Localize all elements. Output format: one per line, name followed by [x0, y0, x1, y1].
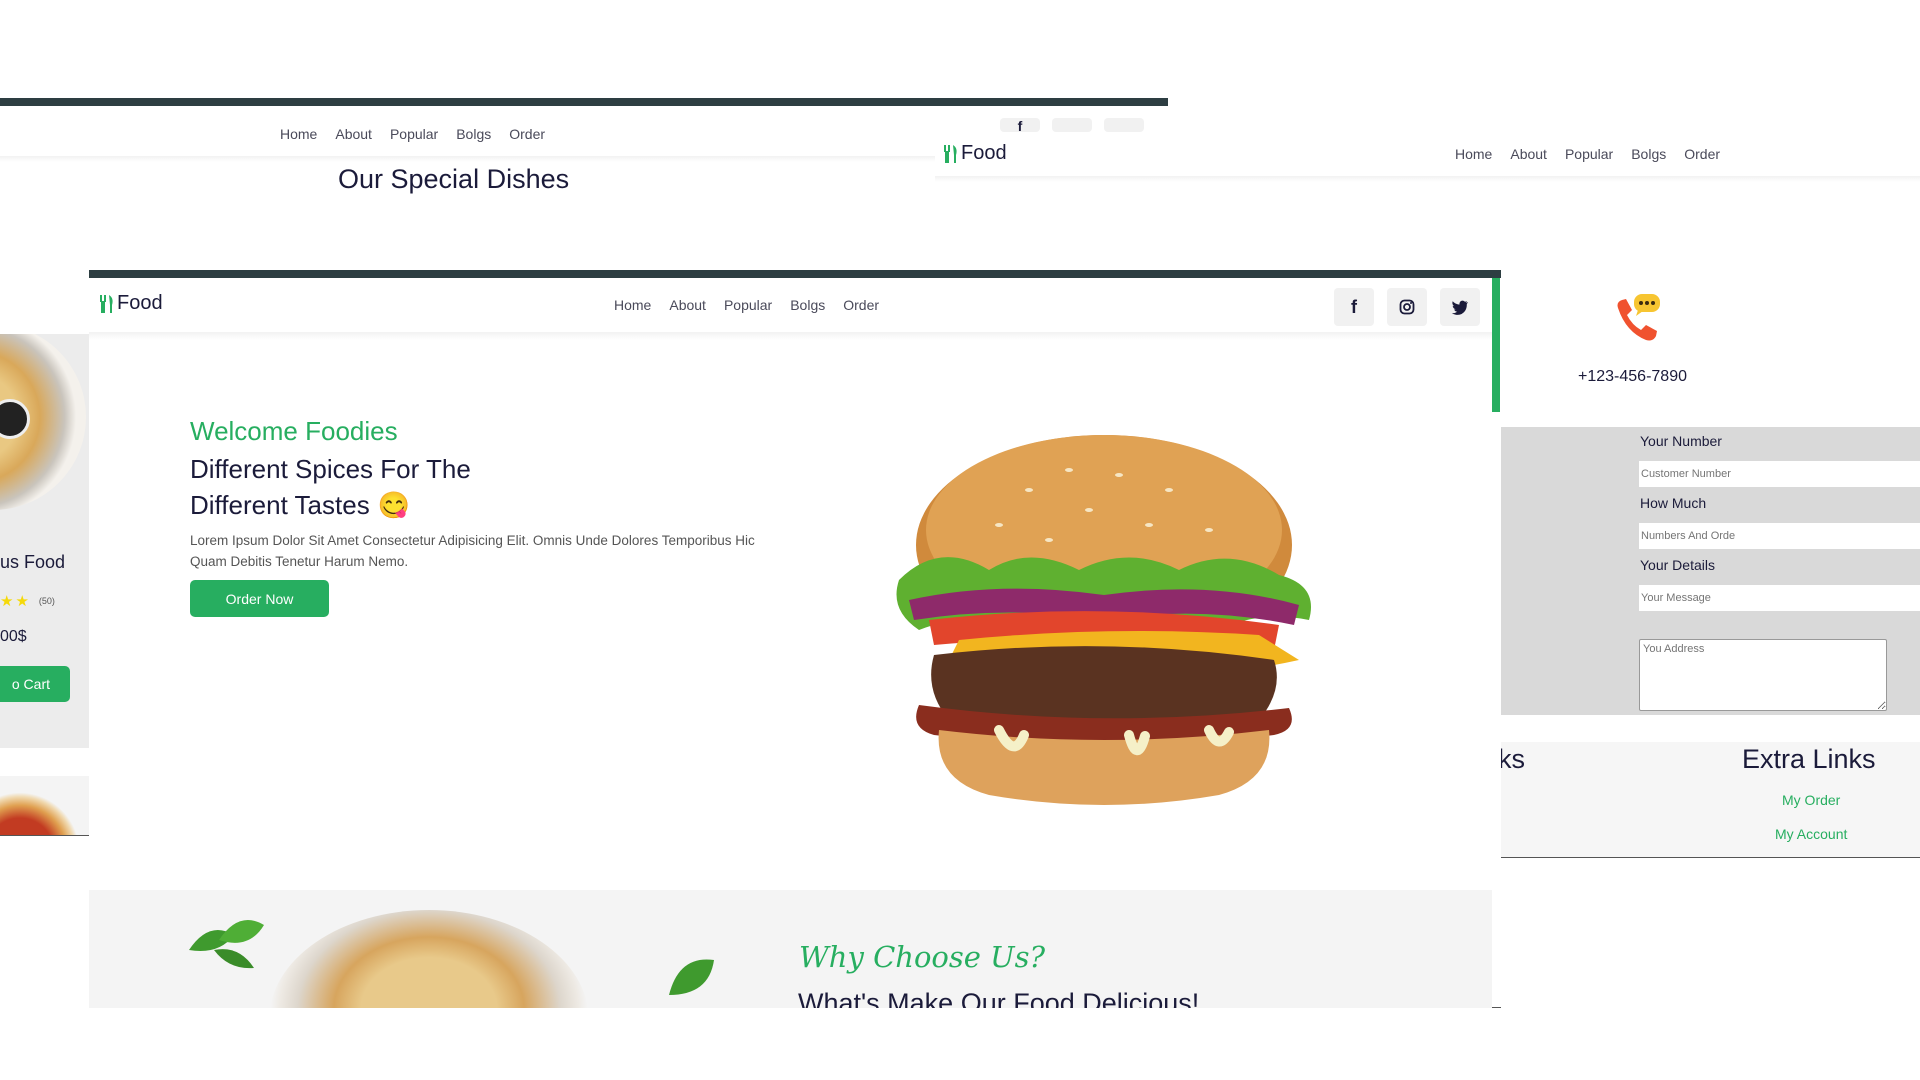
dish-rating: ★ ★ (50) [0, 592, 55, 610]
my-order-link[interactable]: My Order [1782, 792, 1840, 808]
order-now-button[interactable]: Order Now [190, 580, 329, 617]
why-choose-section: Why Choose Us? What's Make Our Food Deli… [89, 890, 1492, 1008]
instagram-icon[interactable] [1052, 118, 1092, 132]
add-to-cart-button[interactable]: o Cart [0, 666, 70, 702]
window-main: Food Home About Popular Bolgs Order f We… [89, 270, 1501, 1008]
nav-order[interactable]: Order [1684, 146, 1720, 162]
twitter-icon[interactable] [1104, 118, 1144, 132]
links-title-partial: ks [1498, 744, 1525, 774]
welcome-text: Welcome Foodies [190, 416, 398, 446]
nav-shadow [89, 332, 1492, 340]
nav-popular[interactable]: Popular [724, 297, 772, 313]
window-top-bar [89, 270, 1501, 278]
footer: ks Extra Links My Order My Account [1498, 742, 1920, 858]
nav-order[interactable]: Order [843, 297, 879, 313]
facebook-icon[interactable]: f [1000, 118, 1040, 132]
nav-about[interactable]: About [669, 297, 706, 313]
window-top-bar [0, 98, 1168, 106]
phone-chat-icon [1608, 288, 1668, 348]
extra-links-title: Extra Links [1742, 744, 1876, 774]
dumplings-plate-image [269, 910, 589, 1008]
number-label: Your Number [1640, 433, 1722, 449]
message-input[interactable] [1639, 585, 1920, 611]
nav-shadow [935, 176, 1920, 182]
fork-knife-icon [944, 144, 957, 163]
social-links: f [1334, 288, 1480, 326]
fork-knife-icon [100, 294, 113, 313]
nav-shadow [0, 156, 940, 162]
why-subtitle: Why Choose Us? [799, 940, 1046, 974]
basil-leaf-left [189, 920, 264, 969]
why-heading: What's Make Our Food Delicious! [798, 988, 1200, 1008]
star-icon: ★ [15, 593, 29, 610]
how-much-input[interactable] [1639, 523, 1920, 549]
brand-logo[interactable]: Food [99, 292, 163, 315]
brand-name: Food [117, 292, 163, 314]
brand-name: Food [961, 142, 1007, 164]
burger-image [896, 435, 1311, 805]
contact-phone: +123-456-7890 [1578, 368, 1687, 385]
hero-description: Lorem Ipsum Dolor Sit Amet Consectetur A… [190, 533, 755, 569]
details-label: Your Details [1640, 557, 1715, 573]
nav-blogs[interactable]: Bolgs [456, 126, 491, 142]
nav-popular[interactable]: Popular [1565, 146, 1613, 162]
nav-home[interactable]: Home [280, 126, 317, 142]
order-form: Your Number How Much Your Details [1498, 427, 1920, 715]
hero-heading-line1: Different Spices For The [190, 454, 471, 484]
smiling-face-emoji: 😋 [377, 490, 411, 520]
pizza-image [0, 792, 80, 835]
top-left-nav: Home About Popular Bolgs Order [280, 126, 545, 142]
address-textarea[interactable] [1639, 639, 1887, 711]
my-account-link[interactable]: My Account [1775, 826, 1847, 842]
dish-name: us Food [0, 552, 66, 572]
top-left-social-partial: f [1000, 118, 1144, 132]
window-left-lower [0, 776, 89, 836]
nav-about[interactable]: About [335, 126, 372, 142]
star-icon: ★ [0, 593, 14, 610]
instagram-icon[interactable] [1387, 288, 1427, 326]
rating-count: (50) [38, 596, 55, 606]
how-much-label: How Much [1640, 495, 1707, 511]
brand-logo[interactable]: Food [943, 142, 1007, 165]
nav-about[interactable]: About [1510, 146, 1547, 162]
nav-order[interactable]: Order [509, 126, 545, 142]
facebook-icon[interactable]: f [1334, 288, 1374, 326]
nav-blogs[interactable]: Bolgs [1631, 146, 1666, 162]
twitter-icon[interactable] [1440, 288, 1480, 326]
basil-leaf-right [669, 959, 714, 995]
window-right: +123-456-7890 Your Number How Much Your … [1498, 270, 1920, 860]
top-right-nav: Home About Popular Bolgs Order [1455, 146, 1720, 162]
hero-heading-line2: Different Tastes 😋 [190, 490, 411, 520]
customer-number-input[interactable] [1639, 461, 1920, 487]
nav-home[interactable]: Home [614, 297, 651, 313]
scroll-indicator[interactable] [1492, 278, 1500, 412]
nav-blogs[interactable]: Bolgs [790, 297, 825, 313]
window-left: us Food ★ ★ (50) 00$ o Cart [0, 334, 89, 748]
main-nav: Home About Popular Bolgs Order [614, 297, 879, 313]
dish-image [0, 334, 86, 510]
specials-title: Our Special Dishes [338, 164, 570, 194]
dish-price: 00$ [0, 628, 27, 645]
nav-home[interactable]: Home [1455, 146, 1492, 162]
nav-popular[interactable]: Popular [390, 126, 438, 142]
window-top-right: Food Home About Popular Bolgs Order [935, 136, 1920, 182]
